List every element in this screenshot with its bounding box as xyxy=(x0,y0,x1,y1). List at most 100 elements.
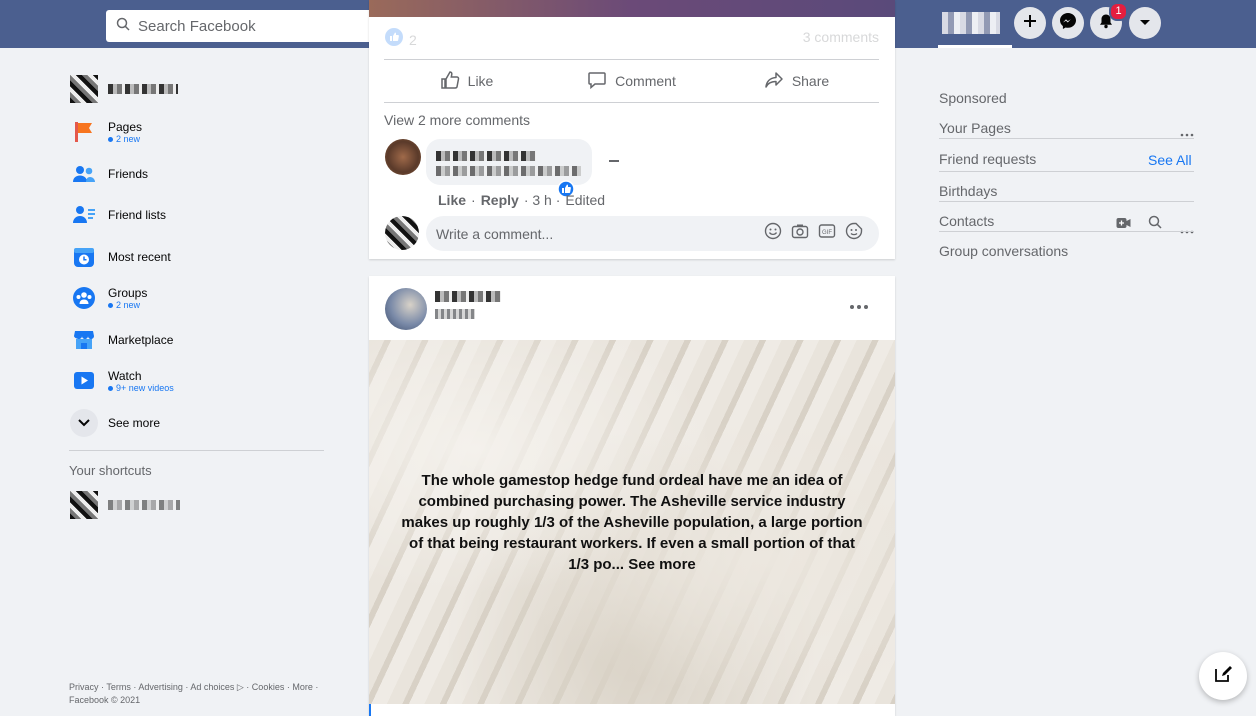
profile-name-redacted xyxy=(108,84,178,94)
sidebar-item-marketplace[interactable]: Marketplace xyxy=(70,326,173,354)
comment-text-redacted xyxy=(436,166,581,176)
contacts-heading: Contacts xyxy=(939,213,995,229)
my-avatar[interactable] xyxy=(385,216,419,250)
comment-edited: Edited xyxy=(565,192,606,208)
composer-icons: GIF xyxy=(764,222,863,245)
sticker-icon[interactable] xyxy=(845,222,863,245)
sidebar-divider xyxy=(69,450,324,451)
right-divider xyxy=(939,138,1194,139)
marketplace-icon xyxy=(70,326,98,354)
share-label: Share xyxy=(791,73,830,89)
comment-composer[interactable]: GIF xyxy=(426,216,879,251)
notifications-button[interactable]: 1 xyxy=(1090,2,1128,39)
account-menu-button[interactable] xyxy=(1129,7,1161,39)
friends-icon xyxy=(70,160,98,188)
post-timestamp-redacted[interactable] xyxy=(435,309,475,319)
contacts-options-icon[interactable] xyxy=(1180,221,1194,239)
post-action-row: Like Comment Share xyxy=(384,59,879,103)
see-more-link[interactable]: See more xyxy=(628,556,696,573)
sidebar-item-friend-lists[interactable]: Friend lists xyxy=(70,201,166,229)
profile-avatar xyxy=(942,12,1000,34)
sidebar-item-subtext: 9+ new videos xyxy=(108,383,174,393)
commenter-name-redacted xyxy=(436,151,536,161)
sidebar-item-label: Friend lists xyxy=(108,208,167,222)
create-button[interactable] xyxy=(1014,7,1046,39)
birthdays-heading: Birthdays xyxy=(939,183,998,199)
right-divider xyxy=(939,171,1194,172)
camera-icon[interactable] xyxy=(791,222,809,245)
comment-options-icon[interactable] xyxy=(609,160,619,162)
gif-icon[interactable]: GIF xyxy=(818,222,836,245)
focus-indicator xyxy=(369,704,371,716)
your-pages-heading: Your Pages xyxy=(939,120,1011,136)
right-divider xyxy=(939,231,1194,232)
svg-text:GIF: GIF xyxy=(822,230,832,236)
comment-button[interactable]: Comment xyxy=(549,60,714,102)
view-more-comments-link[interactable]: View 2 more comments xyxy=(384,112,530,128)
profile-shortcut[interactable] xyxy=(938,4,1012,48)
sidebar-item-friends[interactable]: Friends xyxy=(70,160,148,188)
shortcut-item[interactable] xyxy=(70,491,180,519)
sidebar-item-pages[interactable]: Pages 2 new xyxy=(70,118,142,146)
messenger-button[interactable] xyxy=(1052,7,1084,39)
thumbs-up-icon xyxy=(440,70,468,93)
like-label: Like xyxy=(467,73,494,89)
post-card-1: 2 3 comments Like Comment Share View 2 m… xyxy=(369,0,895,259)
sidebar-item-subtext: 2 new xyxy=(108,134,142,144)
sidebar-item-label: Pages xyxy=(108,120,143,134)
reaction-count: 2 xyxy=(409,31,417,48)
messenger-icon xyxy=(1059,12,1077,35)
sidebar-item-subtext: 2 new xyxy=(108,300,147,310)
post-options-button[interactable] xyxy=(841,294,877,318)
your-pages-options-icon[interactable] xyxy=(1180,124,1194,142)
comment-bubble xyxy=(426,139,592,185)
sidebar-item-label: Friends xyxy=(108,167,149,181)
shortcut-avatar xyxy=(70,491,98,519)
sidebar-item-label: Most recent xyxy=(108,250,171,264)
notification-badge: 1 xyxy=(1109,2,1128,21)
post-image-bottom-edge xyxy=(369,0,895,17)
watch-icon xyxy=(70,367,98,395)
sidebar-item-watch[interactable]: Watch 9+ new videos xyxy=(70,367,174,395)
friend-list-icon xyxy=(70,201,98,229)
compose-icon xyxy=(1213,664,1233,689)
comment-input[interactable] xyxy=(434,224,758,243)
see-all-link[interactable]: See All xyxy=(1148,152,1192,168)
comments-count[interactable]: 3 comments xyxy=(803,29,879,45)
comment-time: · 3 h · xyxy=(523,192,561,208)
shortcuts-heading: Your shortcuts xyxy=(69,463,152,478)
comment-reply-link[interactable]: Reply xyxy=(481,192,519,208)
comment-meta-row: Like · Reply · 3 h · Edited xyxy=(438,192,606,208)
like-button[interactable]: Like xyxy=(384,60,549,102)
sidebar-item-label: Watch xyxy=(108,369,142,383)
author-name-redacted[interactable] xyxy=(435,291,501,302)
profile-link[interactable] xyxy=(70,75,178,103)
friend-requests-heading: Friend requests xyxy=(939,151,1037,167)
shortcut-name-redacted xyxy=(108,500,180,510)
group-conversations-heading: Group conversations xyxy=(939,243,1069,259)
clock-icon xyxy=(70,243,98,271)
sidebar-item-label: Marketplace xyxy=(108,333,174,347)
sidebar-item-most-recent[interactable]: Most recent xyxy=(70,243,171,271)
caret-down-icon xyxy=(1139,14,1151,32)
share-button[interactable]: Share xyxy=(714,60,879,102)
more-dots-icon xyxy=(849,297,869,315)
new-message-button[interactable] xyxy=(1199,652,1247,700)
footer-links[interactable]: Privacy · Terms · Advertising · Ad choic… xyxy=(69,681,329,707)
post-background-image[interactable]: The whole gamestop hedge fund ordeal hav… xyxy=(369,340,895,704)
sidebar-item-groups[interactable]: Groups 2 new xyxy=(70,284,147,312)
comment-label: Comment xyxy=(615,73,676,89)
profile-avatar-small xyxy=(70,75,98,103)
post-text: The whole gamestop hedge fund ordeal hav… xyxy=(397,470,867,575)
comment-like-link[interactable]: Like xyxy=(438,192,466,208)
emoji-icon[interactable] xyxy=(764,222,782,245)
like-reaction-icon xyxy=(385,28,403,51)
sidebar-item-label: Groups xyxy=(108,286,148,300)
sidebar-see-more[interactable]: See more xyxy=(70,409,160,437)
right-divider xyxy=(939,201,1194,202)
reaction-summary[interactable]: 2 xyxy=(385,28,417,51)
author-avatar[interactable] xyxy=(385,288,427,330)
commenter-avatar[interactable] xyxy=(385,139,421,175)
active-underline xyxy=(938,45,1012,48)
plus-icon xyxy=(1023,14,1037,33)
